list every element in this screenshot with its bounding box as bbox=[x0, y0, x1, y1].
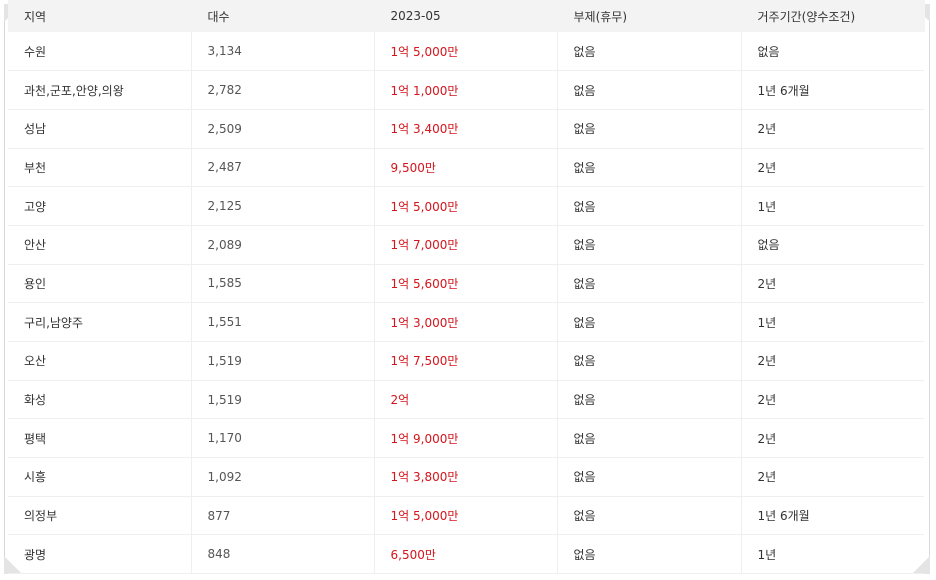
cell-price: 1억 5,600만 bbox=[374, 264, 558, 304]
table-row: 부천 2,487 9,500만 없음 2년 bbox=[8, 148, 924, 188]
cell-price: 1억 5,000만 bbox=[374, 186, 558, 226]
cell-price: 1억 7,500만 bbox=[374, 341, 558, 381]
taxi-price-table: 지역 대수 2023-05 부제(휴무) 거주기간(양수조건) 수원 3,134… bbox=[8, 0, 925, 575]
cell-period: 2년 bbox=[741, 457, 924, 497]
cell-price: 9,500만 bbox=[374, 148, 558, 188]
cell-region: 안산 bbox=[8, 225, 192, 265]
cell-rest: 없음 bbox=[557, 186, 742, 226]
cell-rest: 없음 bbox=[557, 302, 742, 342]
cell-rest: 없음 bbox=[557, 70, 742, 110]
table-row: 성남 2,509 1억 3,400만 없음 2년 bbox=[8, 109, 924, 149]
cell-count: 848 bbox=[191, 534, 375, 575]
cell-period: 2년 bbox=[741, 148, 924, 188]
table-row: 시흥 1,092 1억 3,800만 없음 2년 bbox=[8, 457, 924, 497]
cell-price: 6,500만 bbox=[374, 534, 558, 575]
cell-rest: 없음 bbox=[557, 264, 742, 304]
table-header: 지역 대수 2023-05 부제(휴무) 거주기간(양수조건) bbox=[8, 0, 925, 32]
cell-period: 없음 bbox=[741, 225, 924, 265]
cell-region: 과천,군포,안양,의왕 bbox=[8, 70, 192, 110]
cell-count: 2,782 bbox=[191, 70, 375, 110]
header-region: 지역 bbox=[8, 0, 192, 32]
header-residence-period: 거주기간(양수조건) bbox=[741, 0, 925, 32]
cell-count: 2,089 bbox=[191, 225, 375, 265]
cell-count: 1,585 bbox=[191, 264, 375, 304]
cell-rest: 없음 bbox=[557, 418, 742, 459]
cell-region: 화성 bbox=[8, 380, 192, 420]
header-rest-day: 부제(휴무) bbox=[557, 0, 742, 32]
cell-count: 2,509 bbox=[191, 109, 375, 149]
table-row: 과천,군포,안양,의왕 2,782 1억 1,000만 없음 1년 6개월 bbox=[8, 70, 924, 110]
header-row: 지역 대수 2023-05 부제(휴무) 거주기간(양수조건) bbox=[8, 0, 925, 32]
cell-rest: 없음 bbox=[557, 109, 742, 149]
cell-region: 의정부 bbox=[8, 496, 192, 536]
cell-period: 없음 bbox=[741, 32, 924, 72]
cell-period: 2년 bbox=[741, 264, 924, 304]
header-price-date: 2023-05 bbox=[374, 0, 558, 32]
cell-count: 877 bbox=[191, 496, 375, 536]
table-row: 광명 848 6,500만 없음 1년 bbox=[8, 534, 924, 575]
table-body: 수원 3,134 1억 5,000만 없음 없음 과천,군포,안양,의왕 2,7… bbox=[8, 32, 924, 575]
cell-rest: 없음 bbox=[557, 380, 742, 420]
cell-period: 1년 6개월 bbox=[741, 70, 924, 110]
cell-period: 2년 bbox=[741, 109, 924, 149]
cell-price: 2억 bbox=[374, 380, 558, 420]
cell-period: 1년 6개월 bbox=[741, 496, 924, 536]
cell-region: 시흥 bbox=[8, 457, 192, 497]
cell-price: 1억 3,800만 bbox=[374, 457, 558, 497]
cell-period: 1년 bbox=[741, 302, 924, 342]
cell-price: 1억 5,000만 bbox=[374, 496, 558, 536]
cell-price: 1억 9,000만 bbox=[374, 418, 558, 459]
table-row: 오산 1,519 1억 7,500만 없음 2년 bbox=[8, 341, 924, 381]
table-row: 안산 2,089 1억 7,000만 없음 없음 bbox=[8, 225, 924, 265]
cell-region: 수원 bbox=[8, 32, 192, 72]
cell-rest: 없음 bbox=[557, 341, 742, 381]
cell-region: 광명 bbox=[8, 534, 192, 575]
cell-period: 2년 bbox=[741, 418, 924, 459]
cell-period: 2년 bbox=[741, 341, 924, 381]
cell-region: 고양 bbox=[8, 186, 192, 226]
cell-price: 1억 3,000만 bbox=[374, 302, 558, 342]
cell-region: 오산 bbox=[8, 341, 192, 381]
cell-rest: 없음 bbox=[557, 148, 742, 188]
cell-rest: 없음 bbox=[557, 496, 742, 536]
cell-region: 구리,남양주 bbox=[8, 302, 192, 342]
table-row: 구리,남양주 1,551 1억 3,000만 없음 1년 bbox=[8, 302, 924, 342]
cell-price: 1억 3,400만 bbox=[374, 109, 558, 149]
cell-count: 1,519 bbox=[191, 380, 375, 420]
cell-count: 1,170 bbox=[191, 418, 375, 459]
cell-region: 평택 bbox=[8, 418, 192, 459]
cell-count: 2,487 bbox=[191, 148, 375, 188]
table-row: 수원 3,134 1억 5,000만 없음 없음 bbox=[8, 32, 924, 72]
cell-period: 1년 bbox=[741, 534, 924, 575]
cell-region: 부천 bbox=[8, 148, 192, 188]
table-row: 고양 2,125 1억 5,000만 없음 1년 bbox=[8, 186, 924, 226]
cell-region: 용인 bbox=[8, 264, 192, 304]
cell-price: 1억 1,000만 bbox=[374, 70, 558, 110]
cell-region: 성남 bbox=[8, 109, 192, 149]
cell-count: 3,134 bbox=[191, 32, 375, 72]
table-row: 의정부 877 1억 5,000만 없음 1년 6개월 bbox=[8, 496, 924, 536]
cell-count: 1,551 bbox=[191, 302, 375, 342]
cell-price: 1억 5,000만 bbox=[374, 32, 558, 72]
table-row: 화성 1,519 2억 없음 2년 bbox=[8, 380, 924, 420]
table-row: 용인 1,585 1억 5,600만 없음 2년 bbox=[8, 264, 924, 304]
cell-count: 2,125 bbox=[191, 186, 375, 226]
table-row: 평택 1,170 1억 9,000만 없음 2년 bbox=[8, 418, 924, 459]
cell-rest: 없음 bbox=[557, 32, 742, 72]
cell-rest: 없음 bbox=[557, 225, 742, 265]
cell-price: 1억 7,000만 bbox=[374, 225, 558, 265]
cell-period: 2년 bbox=[741, 380, 924, 420]
header-count: 대수 bbox=[191, 0, 375, 32]
cell-period: 1년 bbox=[741, 186, 924, 226]
cell-rest: 없음 bbox=[557, 534, 742, 575]
cell-rest: 없음 bbox=[557, 457, 742, 497]
cell-count: 1,092 bbox=[191, 457, 375, 497]
cell-count: 1,519 bbox=[191, 341, 375, 381]
